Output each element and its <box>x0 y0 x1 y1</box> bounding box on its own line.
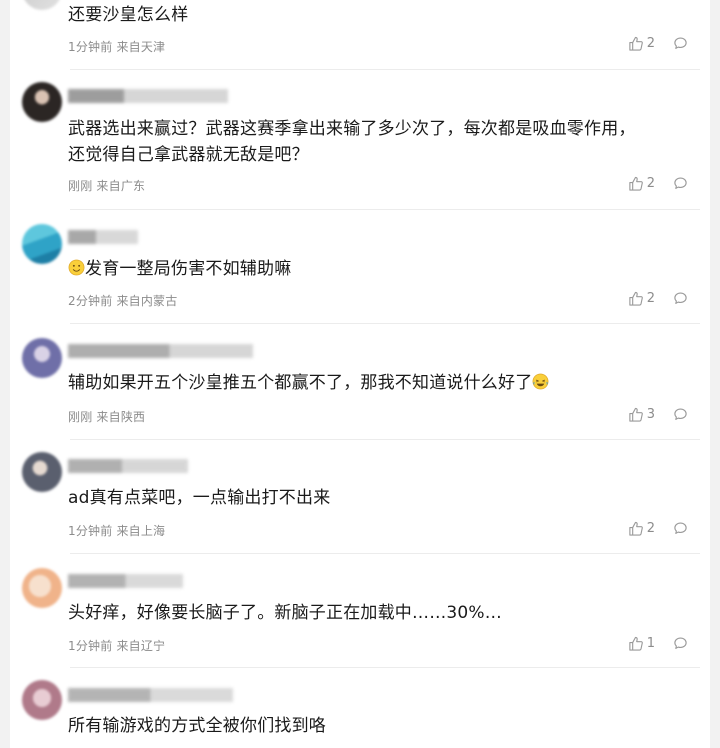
reply-button[interactable] <box>673 521 688 536</box>
thumbs-up-icon <box>629 521 643 536</box>
comment-actions: 1 <box>628 636 688 651</box>
thumbs-up-icon <box>629 636 643 651</box>
speech-bubble-icon <box>674 637 687 649</box>
username-blurred[interactable] <box>68 459 188 473</box>
username-blurred[interactable] <box>68 89 228 103</box>
speech-bubble-icon <box>674 37 687 49</box>
avatar[interactable] <box>22 452 62 492</box>
comment-item: 还要沙皇怎么样 1分钟前 来自天津 2 <box>10 0 710 70</box>
comment-item: 头好痒，好像要长脑子了。新脑子正在加载中……30%… 1分钟前 来自辽宁 1 <box>10 554 710 668</box>
reply-button[interactable] <box>673 36 688 51</box>
thumbs-up-icon <box>629 291 643 306</box>
comment-meta: 1分钟前 来自天津 <box>68 40 166 54</box>
avatar[interactable] <box>22 680 62 720</box>
speech-bubble-icon <box>674 522 687 534</box>
avatar[interactable] <box>22 338 62 378</box>
username-blurred[interactable] <box>68 574 183 588</box>
comment-text: 辅助如果开五个沙皇推五个都赢不了，那我不知道说什么好了 <box>68 370 686 396</box>
comment-item: 所有输游戏的方式全被你们找到咯 <box>10 668 710 748</box>
comment-item: 武器选出来赢过？武器这赛季拿出来输了多少次了，每次都是吸血零作用， 还觉得自己拿… <box>10 70 710 210</box>
thumbs-up-icon <box>629 176 643 191</box>
comment-text: 武器选出来赢过？武器这赛季拿出来输了多少次了，每次都是吸血零作用， 还觉得自己拿… <box>68 116 686 168</box>
comment-item: 辅助如果开五个沙皇推五个都赢不了，那我不知道说什么好了 刚刚 来自陕西 3 <box>10 324 710 440</box>
avatar[interactable] <box>22 568 62 608</box>
username-blurred[interactable] <box>68 230 138 244</box>
comment-text-content: 发育一整局伤害不如辅助嘛 <box>85 259 292 279</box>
like-count: 2 <box>646 176 655 191</box>
like-button[interactable]: 3 <box>628 407 655 422</box>
like-count: 2 <box>646 521 655 536</box>
speech-bubble-icon <box>674 292 687 304</box>
like-button[interactable]: 2 <box>628 521 655 536</box>
comment-text: ad真有点菜吧，一点输出打不出来 <box>68 488 331 508</box>
thumbs-up-icon <box>629 407 643 422</box>
comment-text: 发育一整局伤害不如辅助嘛 <box>68 256 686 282</box>
like-count: 1 <box>646 636 655 651</box>
avatar[interactable] <box>22 0 62 10</box>
slight-smile-emoji <box>68 259 85 276</box>
comment-text-content: 辅助如果开五个沙皇推五个都赢不了，那我不知道说什么好了 <box>68 373 533 393</box>
reply-button[interactable] <box>673 291 688 306</box>
comment-text: 所有输游戏的方式全被你们找到咯 <box>68 716 326 736</box>
comment-meta: 2分钟前 来自内蒙古 <box>68 294 178 308</box>
thumbs-up-icon <box>629 36 643 51</box>
avatar[interactable] <box>22 82 62 122</box>
reply-button[interactable] <box>673 176 688 191</box>
laughing-tears-emoji <box>532 373 549 390</box>
like-button[interactable]: 2 <box>628 291 655 306</box>
reply-button[interactable] <box>673 636 688 651</box>
comment-meta: 1分钟前 来自辽宁 <box>68 639 166 653</box>
like-button[interactable]: 1 <box>628 636 655 651</box>
comment-text: 头好痒，好像要长脑子了。新脑子正在加载中……30%… <box>68 603 502 623</box>
comment-actions: 3 <box>628 407 688 422</box>
like-count: 3 <box>646 407 655 422</box>
like-button[interactable]: 2 <box>628 36 655 51</box>
comment-meta: 刚刚 来自广东 <box>68 179 146 193</box>
comment-text: 还要沙皇怎么样 <box>68 5 189 25</box>
comment-text-line: 还觉得自己拿武器就无敌是吧？ <box>68 145 309 165</box>
avatar[interactable] <box>22 224 62 264</box>
comment-actions: 2 <box>628 176 688 191</box>
comment-meta: 1分钟前 来自上海 <box>68 524 166 538</box>
speech-bubble-icon <box>674 177 687 189</box>
comment-actions: 2 <box>628 36 688 51</box>
comment-actions: 2 <box>628 291 688 306</box>
comment-feed-page: 还要沙皇怎么样 1分钟前 来自天津 2 武器选出来赢过？武器这赛季拿出来输了多少… <box>0 0 720 748</box>
username-blurred[interactable] <box>68 688 233 702</box>
like-count: 2 <box>646 36 655 51</box>
comment-item: 发育一整局伤害不如辅助嘛 2分钟前 来自内蒙古 2 <box>10 210 710 324</box>
comment-actions: 2 <box>628 521 688 536</box>
comment-item: ad真有点菜吧，一点输出打不出来 1分钟前 来自上海 2 <box>10 440 710 554</box>
reply-button[interactable] <box>673 407 688 422</box>
comment-text-line: 武器选出来赢过？武器这赛季拿出来输了多少次了，每次都是吸血零作用， <box>68 119 636 139</box>
like-button[interactable]: 2 <box>628 176 655 191</box>
comment-meta: 刚刚 来自陕西 <box>68 410 146 424</box>
speech-bubble-icon <box>674 408 687 420</box>
username-blurred[interactable] <box>68 344 253 358</box>
like-count: 2 <box>646 291 655 306</box>
comment-list: 还要沙皇怎么样 1分钟前 来自天津 2 武器选出来赢过？武器这赛季拿出来输了多少… <box>10 0 710 748</box>
